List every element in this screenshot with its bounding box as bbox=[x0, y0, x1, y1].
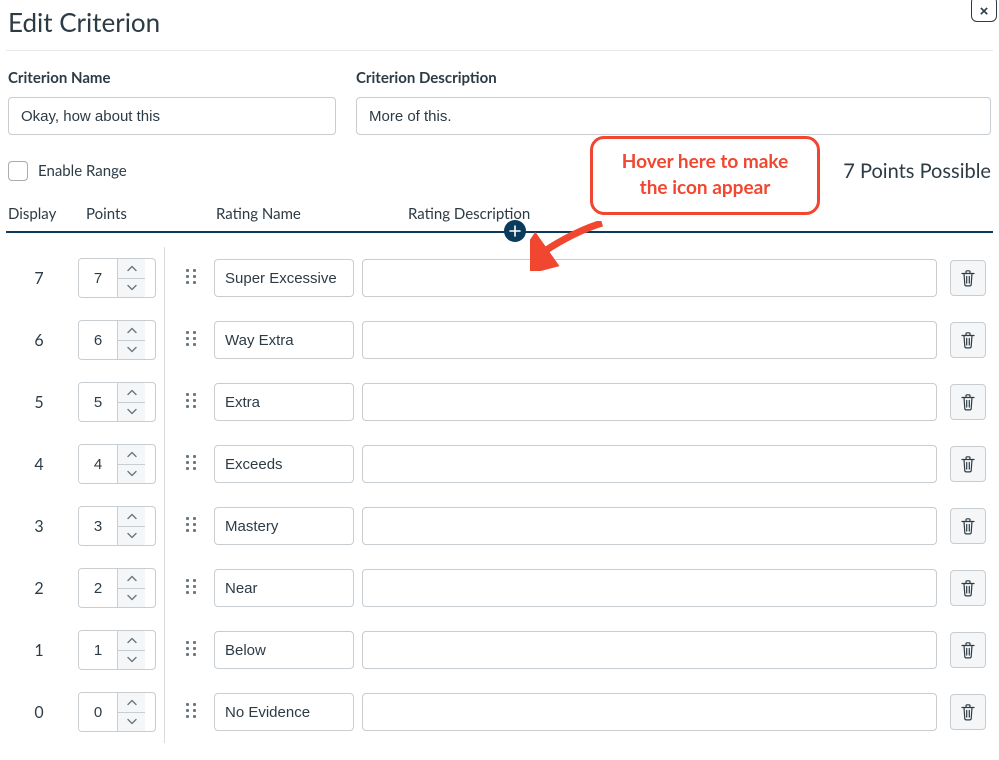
drag-handle-icon[interactable] bbox=[186, 455, 198, 473]
rating-description-input[interactable] bbox=[362, 259, 937, 297]
delete-rating-button[interactable] bbox=[950, 260, 986, 296]
rating-display-value: 4 bbox=[8, 455, 70, 474]
rating-display-value: 0 bbox=[8, 703, 70, 722]
points-increment-button[interactable] bbox=[118, 383, 145, 402]
delete-rating-button[interactable] bbox=[950, 508, 986, 544]
drag-handle-icon[interactable] bbox=[186, 579, 198, 597]
rating-description-input[interactable] bbox=[362, 507, 937, 545]
column-header-points: Points bbox=[84, 205, 168, 223]
points-increment-button[interactable] bbox=[118, 445, 145, 464]
points-decrement-button[interactable] bbox=[118, 526, 145, 546]
rating-points-input[interactable] bbox=[79, 321, 117, 359]
rating-row: 4 bbox=[6, 433, 993, 495]
column-header-rating-name: Rating Name bbox=[216, 205, 364, 223]
delete-rating-button[interactable] bbox=[950, 570, 986, 606]
rating-name-input[interactable] bbox=[214, 383, 354, 421]
points-decrement-button[interactable] bbox=[118, 278, 145, 298]
points-decrement-button[interactable] bbox=[118, 340, 145, 360]
rating-points-stepper[interactable] bbox=[78, 692, 156, 732]
rating-row: 1 bbox=[6, 619, 993, 681]
add-rating-button[interactable] bbox=[504, 220, 526, 242]
rating-points-stepper[interactable] bbox=[78, 382, 156, 422]
rating-description-input[interactable] bbox=[362, 383, 937, 421]
ratings-divider bbox=[6, 231, 993, 233]
rating-points-input[interactable] bbox=[79, 259, 117, 297]
annotation-arrow-icon bbox=[530, 221, 610, 271]
criterion-description-input[interactable] bbox=[356, 97, 991, 135]
rating-display-value: 2 bbox=[8, 579, 70, 598]
points-decrement-button[interactable] bbox=[118, 464, 145, 484]
drag-handle-icon[interactable] bbox=[186, 517, 198, 535]
rating-points-stepper[interactable] bbox=[78, 258, 156, 298]
points-increment-button[interactable] bbox=[118, 631, 145, 650]
points-decrement-button[interactable] bbox=[118, 402, 145, 422]
rating-name-input[interactable] bbox=[214, 507, 354, 545]
rating-points-input[interactable] bbox=[79, 631, 117, 669]
delete-rating-button[interactable] bbox=[950, 384, 986, 420]
points-possible-text: 7 Points Possible bbox=[843, 159, 991, 183]
points-decrement-button[interactable] bbox=[118, 588, 145, 608]
drag-handle-icon[interactable] bbox=[186, 269, 198, 287]
enable-range-checkbox[interactable] bbox=[8, 161, 28, 181]
rating-points-stepper[interactable] bbox=[78, 320, 156, 360]
rating-points-stepper[interactable] bbox=[78, 506, 156, 546]
rating-description-input[interactable] bbox=[362, 445, 937, 483]
rating-points-input[interactable] bbox=[79, 445, 117, 483]
rating-points-stepper[interactable] bbox=[78, 630, 156, 670]
points-increment-button[interactable] bbox=[118, 569, 145, 588]
points-increment-button[interactable] bbox=[118, 507, 145, 526]
rating-description-input[interactable] bbox=[362, 321, 937, 359]
plus-icon bbox=[509, 225, 521, 237]
points-increment-button[interactable] bbox=[118, 321, 145, 340]
rating-display-value: 6 bbox=[8, 331, 70, 350]
rating-name-input[interactable] bbox=[214, 445, 354, 483]
annotation-callout: Hover here to make the icon appear bbox=[590, 136, 820, 215]
criterion-name-input[interactable] bbox=[8, 97, 336, 135]
rating-display-value: 1 bbox=[8, 641, 70, 660]
column-header-display: Display bbox=[8, 205, 78, 223]
rating-points-input[interactable] bbox=[79, 383, 117, 421]
rating-row: 2 bbox=[6, 557, 993, 619]
points-increment-button[interactable] bbox=[118, 693, 145, 712]
rating-display-value: 3 bbox=[8, 517, 70, 536]
rating-points-stepper[interactable] bbox=[78, 444, 156, 484]
rating-row: 5 bbox=[6, 371, 993, 433]
rating-row: 6 bbox=[6, 309, 993, 371]
rating-description-input[interactable] bbox=[362, 569, 937, 607]
points-increment-button[interactable] bbox=[118, 259, 145, 278]
close-button[interactable] bbox=[971, 0, 997, 22]
rating-name-input[interactable] bbox=[214, 569, 354, 607]
drag-handle-icon[interactable] bbox=[186, 703, 198, 721]
rating-row: 7 bbox=[6, 247, 993, 309]
rating-display-value: 7 bbox=[8, 269, 70, 288]
rating-points-input[interactable] bbox=[79, 569, 117, 607]
criterion-name-label: Criterion Name bbox=[8, 69, 336, 87]
delete-rating-button[interactable] bbox=[950, 322, 986, 358]
rating-name-input[interactable] bbox=[214, 693, 354, 731]
rating-row: 0 bbox=[6, 681, 993, 743]
rating-name-input[interactable] bbox=[214, 259, 354, 297]
delete-rating-button[interactable] bbox=[950, 446, 986, 482]
delete-rating-button[interactable] bbox=[950, 694, 986, 730]
rating-points-input[interactable] bbox=[79, 507, 117, 545]
criterion-description-label: Criterion Description bbox=[356, 69, 991, 87]
rating-points-stepper[interactable] bbox=[78, 568, 156, 608]
title-divider bbox=[6, 50, 993, 51]
drag-handle-icon[interactable] bbox=[186, 641, 198, 659]
rating-name-input[interactable] bbox=[214, 321, 354, 359]
points-decrement-button[interactable] bbox=[118, 650, 145, 670]
enable-range-label: Enable Range bbox=[38, 162, 127, 180]
rating-description-input[interactable] bbox=[362, 693, 937, 731]
vertical-divider bbox=[164, 247, 165, 743]
rating-display-value: 5 bbox=[8, 393, 70, 412]
delete-rating-button[interactable] bbox=[950, 632, 986, 668]
drag-handle-icon[interactable] bbox=[186, 331, 198, 349]
rating-name-input[interactable] bbox=[214, 631, 354, 669]
drag-handle-icon[interactable] bbox=[186, 393, 198, 411]
points-decrement-button[interactable] bbox=[118, 712, 145, 732]
rating-description-input[interactable] bbox=[362, 631, 937, 669]
rating-row: 3 bbox=[6, 495, 993, 557]
rating-points-input[interactable] bbox=[79, 693, 117, 731]
page-title: Edit Criterion bbox=[8, 6, 993, 38]
